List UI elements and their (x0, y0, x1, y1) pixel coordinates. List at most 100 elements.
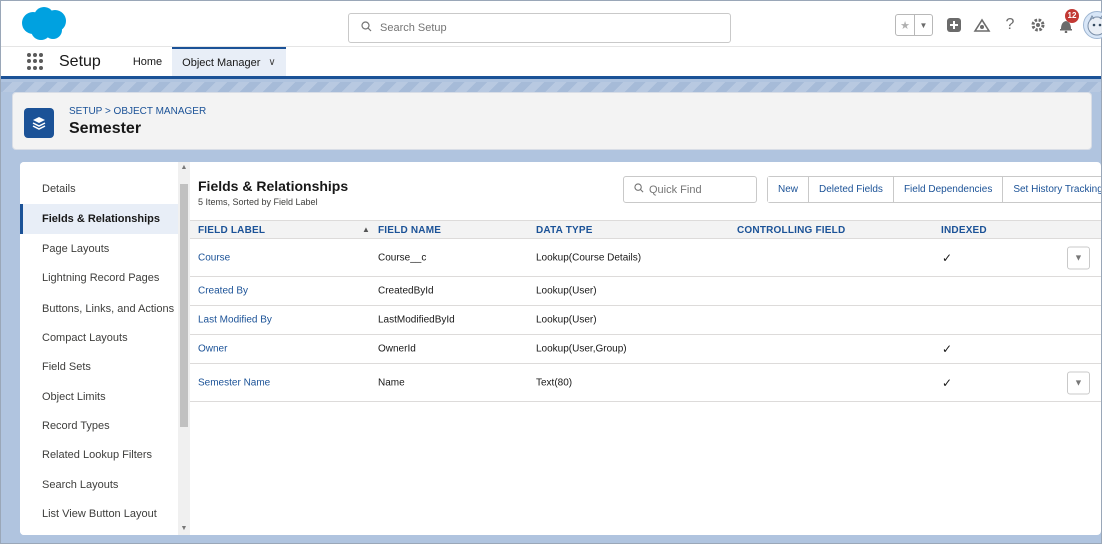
sidebar-item-label: Search Layouts (42, 479, 119, 491)
fields-relationships-panel: Fields & Relationships 5 Items, Sorted b… (190, 162, 1101, 535)
sidebar-item-related-lookup-filters[interactable]: Related Lookup Filters (20, 440, 178, 470)
object-manager-sidebar: Details Fields & Relationships Page Layo… (20, 162, 178, 535)
row-actions-dropdown-icon[interactable]: ▼ (1067, 246, 1090, 269)
checkmark-icon: ✓ (942, 342, 953, 356)
search-input[interactable] (380, 22, 700, 34)
fields-table: FIELD LABEL ▲ FIELD NAME DATA TYPE CONTR… (190, 220, 1101, 402)
sidebar-scrollbar[interactable]: ▲ ▼ (178, 162, 190, 535)
sidebar-item-label: Related Lookup Filters (42, 449, 153, 461)
field-name-cell: LastModifiedById (378, 314, 455, 326)
column-header-field-label[interactable]: FIELD LABEL (198, 225, 265, 236)
sidebar-item-compact-layouts[interactable]: Compact Layouts (20, 323, 178, 353)
sidebar-item-label: Compact Layouts (42, 332, 128, 344)
notification-badge: 12 (1065, 9, 1079, 23)
object-stack-icon (24, 108, 54, 138)
field-name-cell: CreatedById (378, 285, 434, 297)
app-launcher-icon[interactable] (27, 52, 45, 71)
sidebar-item-fields-relationships[interactable]: Fields & Relationships (20, 204, 178, 234)
sidebar-item-object-limits[interactable]: Object Limits (20, 382, 178, 412)
field-label-link[interactable]: Semester Name (198, 377, 270, 388)
new-button[interactable]: New (768, 177, 809, 202)
data-type-cell: Lookup(User,Group) (536, 343, 627, 355)
scroll-up-icon[interactable]: ▲ (178, 162, 190, 174)
data-type-cell: Lookup(User) (536, 314, 597, 326)
data-type-cell: Lookup(User) (536, 285, 597, 297)
row-actions-dropdown-icon[interactable]: ▼ (1067, 371, 1090, 394)
breadcrumb[interactable]: SETUP > OBJECT MANAGER (69, 106, 206, 117)
column-header-controlling-field[interactable]: CONTROLLING FIELD (737, 225, 845, 236)
app-name: Setup (59, 52, 101, 70)
sidebar-item-label: Page Layouts (42, 243, 110, 255)
scroll-down-icon[interactable]: ▼ (178, 523, 190, 535)
sidebar-item-label: Lightning Record Pages (42, 272, 160, 284)
field-label-link[interactable]: Last Modified By (198, 315, 272, 326)
field-name-cell: Course__c (378, 252, 427, 263)
help-icon[interactable]: ? (999, 14, 1021, 36)
set-history-tracking-button[interactable]: Set History Tracking (1002, 177, 1101, 202)
sort-ascending-icon[interactable]: ▲ (362, 225, 370, 234)
sidebar-item-list-view-button-layout[interactable]: List View Button Layout (20, 499, 178, 529)
section-subtitle: 5 Items, Sorted by Field Label (198, 197, 318, 207)
quick-find-input[interactable] (649, 183, 749, 196)
section-title: Fields & Relationships (198, 178, 349, 194)
global-header: ★ ▼ ? 12 (1, 1, 1102, 47)
action-button-group: New Deleted Fields Field Dependencies Se… (767, 176, 1101, 203)
search-icon (634, 183, 644, 196)
page-title: Semester (69, 120, 142, 137)
user-avatar[interactable] (1083, 11, 1102, 39)
sidebar-item-label: Fields & Relationships (42, 213, 160, 225)
sidebar-item-label: Field Sets (42, 361, 91, 373)
checkmark-icon: ✓ (942, 250, 953, 265)
scrollbar-thumb[interactable] (180, 184, 188, 427)
table-row: Created By CreatedById Lookup(User) (190, 277, 1101, 306)
field-label-link[interactable]: Created By (198, 286, 248, 297)
salesforce-cloud-logo[interactable] (19, 6, 69, 45)
sidebar-item-details[interactable]: Details (20, 174, 178, 204)
object-header: SETUP > OBJECT MANAGER Semester (12, 92, 1092, 150)
favorite-star-icon[interactable]: ★ (896, 15, 914, 35)
sidebar-item-label: Record Types (42, 420, 110, 432)
sidebar-item-label: Object Limits (42, 391, 106, 403)
table-header: FIELD LABEL ▲ FIELD NAME DATA TYPE CONTR… (190, 220, 1101, 239)
sidebar-item-field-sets[interactable]: Field Sets (20, 352, 178, 382)
sidebar-item-label: List View Button Layout (42, 508, 157, 520)
checkmark-icon: ✓ (942, 375, 953, 390)
deleted-fields-button[interactable]: Deleted Fields (808, 177, 893, 202)
setup-gear-icon[interactable] (1027, 14, 1049, 36)
quick-find-box[interactable] (623, 176, 757, 203)
field-dependencies-button[interactable]: Field Dependencies (892, 177, 1003, 202)
table-row: Course Course__c Lookup(Course Details) … (190, 239, 1101, 277)
sidebar-item-label: Details (42, 183, 76, 195)
sidebar-item-lightning-record-pages[interactable]: Lightning Record Pages (20, 263, 178, 293)
field-label-link[interactable]: Owner (198, 344, 227, 355)
sidebar-item-search-layouts[interactable]: Search Layouts (20, 470, 178, 500)
column-header-indexed[interactable]: INDEXED (941, 225, 987, 236)
main-card: Details Fields & Relationships Page Layo… (20, 162, 1101, 535)
tab-home[interactable]: Home (123, 47, 172, 76)
sidebar-item-buttons-links-actions[interactable]: Buttons, Links, and Actions (20, 294, 178, 324)
table-row: Owner OwnerId Lookup(User,Group) ✓ (190, 335, 1101, 364)
search-icon (361, 21, 372, 35)
column-header-data-type[interactable]: DATA TYPE (536, 225, 593, 236)
table-row: Semester Name Name Text(80) ✓ ▼ (190, 364, 1101, 402)
sidebar-item-record-types[interactable]: Record Types (20, 411, 178, 441)
field-label-link[interactable]: Course (198, 252, 230, 263)
field-name-cell: Name (378, 377, 405, 388)
data-type-cell: Lookup(Course Details) (536, 252, 642, 263)
global-actions-icon[interactable] (943, 14, 965, 36)
favorites-group: ★ ▼ (895, 14, 933, 36)
app-navigation-bar: Setup Home Object Manager ∨ (1, 47, 1101, 79)
column-header-field-name[interactable]: FIELD NAME (378, 225, 441, 236)
trailhead-icon[interactable] (971, 14, 993, 36)
tab-object-manager-label: Object Manager (182, 56, 261, 69)
sidebar-item-page-layouts[interactable]: Page Layouts (20, 234, 178, 264)
data-type-cell: Text(80) (536, 377, 573, 388)
notifications-bell-icon[interactable]: 12 (1055, 9, 1079, 36)
tab-object-manager[interactable]: Object Manager ∨ (172, 47, 286, 76)
decorative-banner (1, 82, 1101, 92)
chevron-down-icon[interactable]: ∨ (268, 57, 275, 68)
global-search[interactable] (348, 13, 731, 43)
favorites-dropdown-icon[interactable]: ▼ (914, 15, 932, 35)
table-row: Last Modified By LastModifiedById Lookup… (190, 306, 1101, 335)
field-name-cell: OwnerId (378, 343, 416, 355)
